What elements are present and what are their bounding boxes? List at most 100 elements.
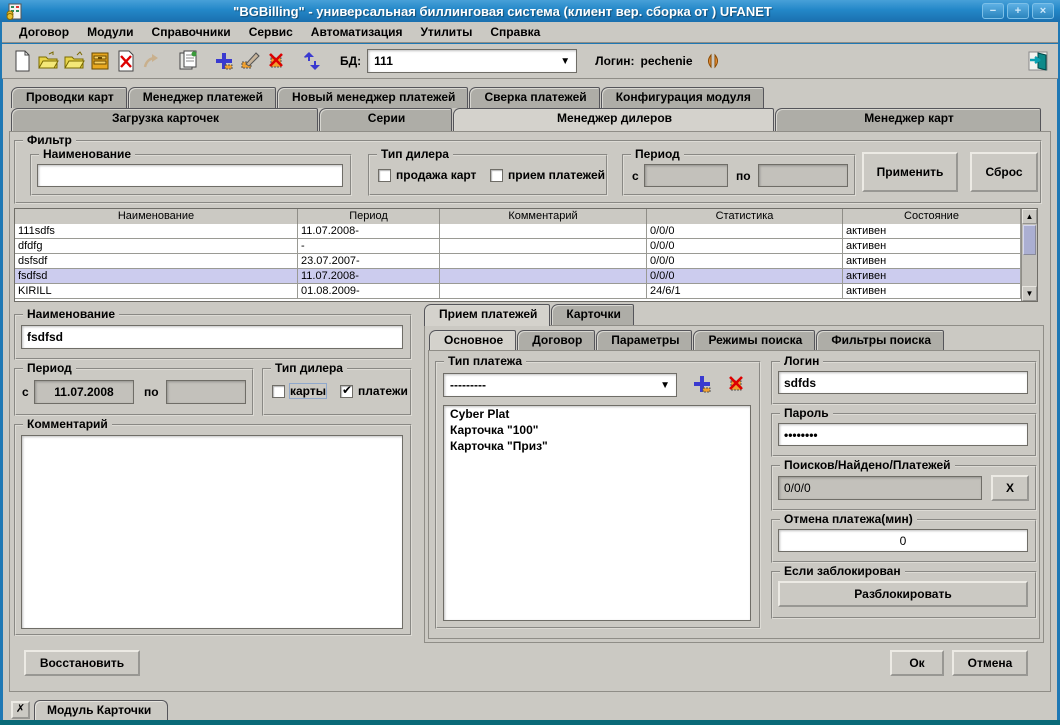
- col-header-state[interactable]: Состояние: [843, 209, 1021, 225]
- menu-dogovor[interactable]: Договор: [10, 23, 78, 41]
- ok-button[interactable]: Ок: [890, 650, 944, 676]
- menu-bar: Договор Модули Справочники Сервис Автома…: [2, 22, 1058, 43]
- tab-sverka-platezhey[interactable]: Сверка платежей: [469, 87, 599, 108]
- login-value: pechenie: [641, 54, 693, 68]
- open-folder-icon[interactable]: [36, 49, 60, 73]
- tab-new-manager-platezhey[interactable]: Новый менеджер платежей: [277, 87, 468, 108]
- col-header-stats[interactable]: Статистика: [647, 209, 843, 225]
- reset-button[interactable]: Сброс: [970, 152, 1038, 192]
- dealer-manager-panel: Фильтр Наименование Тип дилера продажа к…: [9, 131, 1051, 692]
- col-header-name[interactable]: Наименование: [15, 209, 298, 225]
- menu-avtomatizacia[interactable]: Автоматизация: [302, 23, 412, 41]
- menu-moduli[interactable]: Модули: [78, 23, 142, 41]
- detail-comment-group: Комментарий: [14, 424, 412, 636]
- refresh-icon[interactable]: [300, 49, 324, 73]
- tab-manager-kart[interactable]: Менеджер карт: [775, 108, 1041, 131]
- scrollbar-thumb[interactable]: [1023, 225, 1036, 255]
- maximize-button[interactable]: +: [1007, 3, 1029, 19]
- detail-comment-textarea[interactable]: [21, 435, 403, 629]
- tab-kartochki[interactable]: Карточки: [551, 304, 633, 326]
- dealer-login-input[interactable]: [778, 371, 1028, 394]
- filter-period-to-input[interactable]: [758, 164, 848, 187]
- filter-period-from-input[interactable]: [644, 164, 728, 187]
- detail-name-group: Наименование: [14, 314, 412, 360]
- list-item[interactable]: Карточка "100": [444, 422, 750, 438]
- payment-type-combobox[interactable]: --------- ▼: [443, 373, 677, 397]
- db-combobox[interactable]: 111 ▼: [367, 49, 577, 73]
- minimize-button[interactable]: −: [982, 3, 1004, 19]
- scroll-up-icon[interactable]: ▲: [1022, 209, 1037, 224]
- card-cabinet-icon[interactable]: [88, 49, 112, 73]
- delete-payment-type-icon[interactable]: [725, 373, 747, 398]
- tab-zagruzka-kartochek[interactable]: Загрузка карточек: [11, 108, 318, 131]
- filter-name-label: Наименование: [39, 147, 135, 161]
- edit-item-icon[interactable]: [238, 49, 262, 73]
- toolbar: БД: 111 ▼ Логин: pechenie: [2, 44, 1058, 79]
- open-folder-alt-icon[interactable]: [62, 49, 86, 73]
- add-payment-type-icon[interactable]: [691, 373, 713, 398]
- status-bar: ✗ Модуль Карточки: [3, 697, 1057, 720]
- payment-type-list[interactable]: Cyber Plat Карточка "100" Карточка "Приз…: [443, 405, 751, 621]
- detail-period-to-input[interactable]: [166, 380, 246, 404]
- tab-osnovnoe[interactable]: Основное: [429, 330, 516, 350]
- tab-serii[interactable]: Серии: [319, 108, 452, 131]
- tab-konfiguracia-modula[interactable]: Конфигурация модуля: [601, 87, 764, 108]
- detail-to-label: по: [144, 385, 159, 399]
- tab-filtry-poiska[interactable]: Фильтры поиска: [816, 330, 944, 350]
- restore-button[interactable]: Восстановить: [24, 650, 140, 676]
- menu-utility[interactable]: Утилиты: [411, 23, 481, 41]
- cancel-payment-group: Отмена платежа(мин): [771, 519, 1037, 563]
- stats-value-input: [778, 476, 982, 500]
- tab-provodki-kart[interactable]: Проводки карт: [11, 87, 127, 108]
- list-item[interactable]: Cyber Plat: [444, 406, 750, 422]
- copy-report-icon[interactable]: [176, 49, 200, 73]
- checkbox-box[interactable]: [490, 169, 503, 182]
- tab-rezhimy-poiska[interactable]: Режимы поиска: [693, 330, 815, 350]
- tab-parametry[interactable]: Параметры: [596, 330, 692, 350]
- delete-document-icon[interactable]: [114, 49, 138, 73]
- col-header-comment[interactable]: Комментарий: [440, 209, 647, 225]
- unblock-button[interactable]: Разблокировать: [778, 581, 1028, 607]
- checkbox-box[interactable]: [272, 385, 285, 398]
- payments-panel: Основное Договор Параметры Режимы поиска…: [424, 325, 1044, 643]
- close-button[interactable]: ×: [1032, 3, 1054, 19]
- checkbox-box-checked[interactable]: [340, 385, 353, 398]
- checkbox-sale-cards[interactable]: продажа карт: [378, 168, 476, 182]
- checkbox-payments[interactable]: платежи: [340, 384, 408, 398]
- checkbox-cards[interactable]: карты: [272, 384, 326, 398]
- period-to-label: по: [736, 169, 751, 183]
- menu-spravochniki[interactable]: Справочники: [143, 23, 240, 41]
- detail-name-input[interactable]: [21, 325, 403, 349]
- cancel-button[interactable]: Отмена: [952, 650, 1028, 676]
- tab-dogovor[interactable]: Договор: [517, 330, 595, 350]
- cancel-payment-input[interactable]: [778, 529, 1028, 552]
- dealers-table: Наименование Период Комментарий Статисти…: [14, 208, 1038, 302]
- filter-period-group: Период с по: [622, 154, 856, 196]
- delete-item-icon[interactable]: [264, 49, 288, 73]
- dealer-password-input[interactable]: [778, 423, 1028, 446]
- add-item-icon[interactable]: [212, 49, 236, 73]
- stats-clear-button[interactable]: X: [991, 475, 1029, 501]
- scroll-down-icon[interactable]: ▼: [1022, 286, 1037, 301]
- list-item[interactable]: Карточка "Приз": [444, 438, 750, 454]
- checkbox-accept-payments[interactable]: прием платежей: [490, 168, 605, 182]
- tab-manager-platezhey[interactable]: Менеджер платежей: [128, 87, 276, 108]
- payments-tabs: Прием платежей Карточки: [424, 304, 635, 326]
- exit-door-icon[interactable]: [1026, 49, 1050, 73]
- menu-servis[interactable]: Сервис: [240, 23, 302, 41]
- filter-name-input[interactable]: [37, 164, 343, 187]
- payment-type-label: Тип платежа: [444, 354, 526, 368]
- col-header-period[interactable]: Период: [298, 209, 440, 225]
- table-scrollbar[interactable]: ▲ ▼: [1021, 209, 1037, 301]
- tab-priem-platezhey[interactable]: Прием платежей: [424, 304, 550, 326]
- apply-button[interactable]: Применить: [862, 152, 958, 192]
- detail-period-from-input[interactable]: [34, 380, 134, 404]
- close-module-icon[interactable]: ✗: [11, 701, 30, 719]
- menu-spravka[interactable]: Справка: [481, 23, 549, 41]
- module-statusbar-tab[interactable]: Модуль Карточки: [34, 700, 168, 720]
- login-label: Логин:: [595, 54, 634, 68]
- login-group: Логин: [771, 361, 1037, 405]
- new-document-icon[interactable]: [10, 49, 34, 73]
- checkbox-box[interactable]: [378, 169, 391, 182]
- tab-manager-dilerov[interactable]: Менеджер дилеров: [453, 108, 774, 131]
